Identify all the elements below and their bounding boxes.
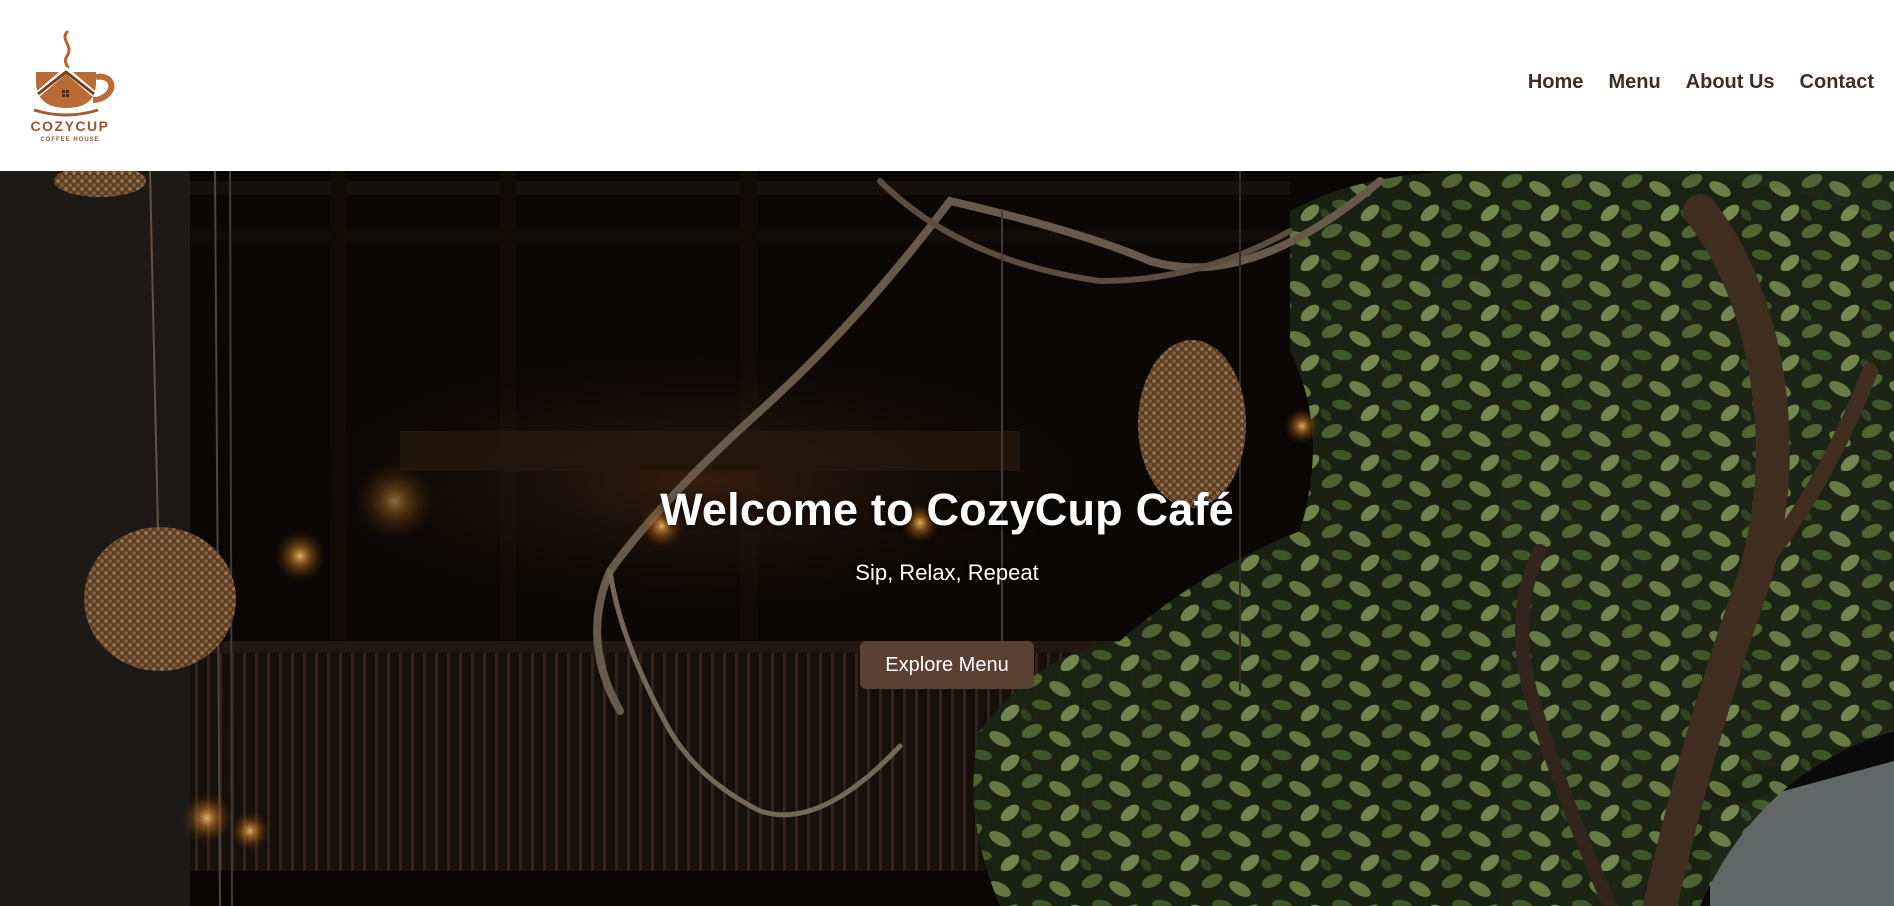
- nav-home-link[interactable]: Home: [1528, 71, 1584, 94]
- hero-section: Welcome to CozyCup Café Sip, Relax, Repe…: [0, 171, 1894, 906]
- explore-menu-button[interactable]: Explore Menu: [860, 641, 1034, 689]
- site-header: COZYCUP COFFEE HOUSE Home Menu About Us …: [0, 0, 1894, 171]
- nav-menu-link[interactable]: Menu: [1608, 71, 1660, 94]
- brand-tagline: COFFEE HOUSE: [40, 137, 99, 143]
- brand-logo[interactable]: COZYCUP COFFEE HOUSE: [30, 30, 116, 144]
- main-nav: Home Menu About Us Contact: [1503, 71, 1874, 94]
- coffee-cup-house-icon: COZYCUP COFFEE HOUSE: [31, 30, 115, 143]
- brand-name: COZYCUP: [31, 118, 110, 134]
- hero-title: Welcome to CozyCup Café: [660, 484, 1234, 535]
- nav-about-link[interactable]: About Us: [1686, 71, 1775, 94]
- hero-content: Welcome to CozyCup Café Sip, Relax, Repe…: [0, 171, 1894, 906]
- nav-contact-link[interactable]: Contact: [1800, 71, 1874, 94]
- hero-subtitle: Sip, Relax, Repeat: [855, 560, 1039, 585]
